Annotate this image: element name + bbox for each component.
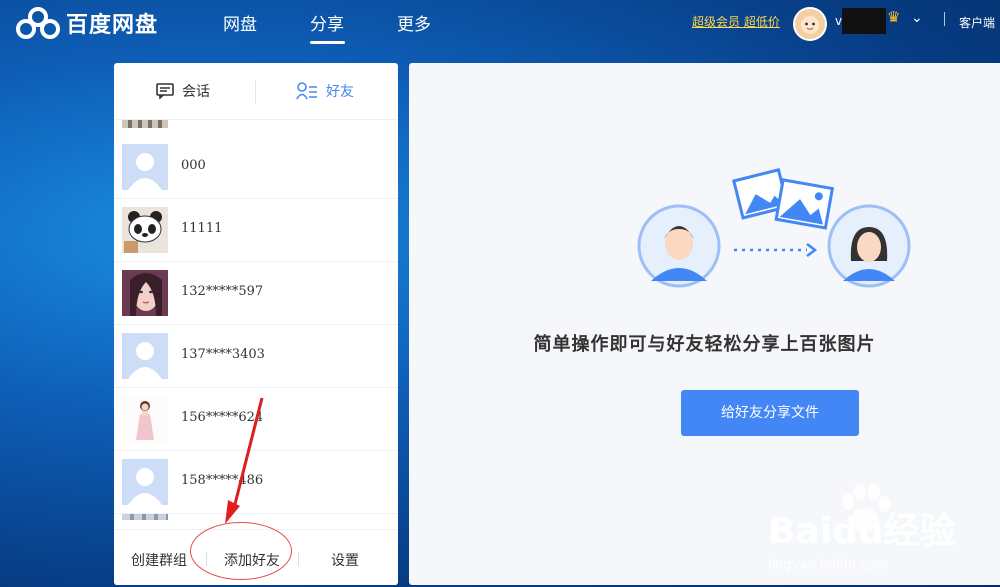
baidu-jingyan-watermark: Baidu经验 jingyan.baidu.com	[762, 480, 1000, 580]
watermark-brand: Baidu经验	[768, 511, 956, 552]
annotation-circle	[190, 522, 292, 580]
watermark-url: jingyan.baidu.com	[768, 558, 888, 573]
